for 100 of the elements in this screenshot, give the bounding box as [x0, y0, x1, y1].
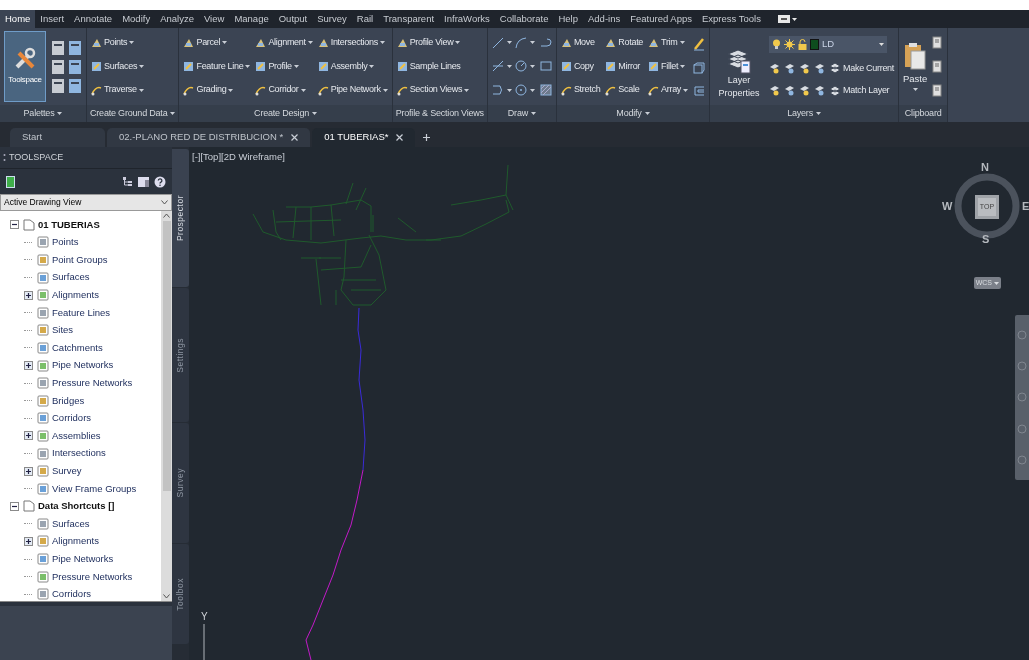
menu-tab[interactable]: Home — [0, 10, 36, 28]
viewport-controls[interactable]: [-][Top][2D Wireframe] — [192, 150, 285, 165]
document-icon[interactable] — [51, 39, 65, 56]
layer-stack-icon[interactable] — [784, 62, 796, 74]
tree-item[interactable]: Feature Lines — [52, 305, 111, 320]
toolspace-button[interactable]: Toolspace — [4, 31, 46, 102]
tree-item[interactable]: Alignments — [52, 288, 99, 303]
menu-tab[interactable]: InfraWorks — [439, 10, 495, 28]
collapse-icon[interactable] — [10, 501, 19, 511]
layer-lock-icon[interactable] — [814, 62, 826, 74]
menu-tab[interactable]: Manage — [229, 10, 274, 28]
ellipse-icon[interactable] — [514, 84, 527, 97]
polyline-icon[interactable] — [539, 36, 552, 49]
panel-title[interactable]: Layers — [710, 105, 898, 122]
tool-button[interactable]: Corridor — [255, 83, 313, 97]
tool-button[interactable]: Pipe Network — [317, 83, 388, 97]
layer-properties-button[interactable]: Layer Properties — [714, 31, 765, 102]
tree-item[interactable]: Survey — [52, 464, 82, 479]
menu-tab[interactable]: View — [198, 10, 230, 28]
menu-tab[interactable]: Output — [273, 10, 313, 28]
menu-tab[interactable]: Help — [553, 10, 583, 28]
tree-item[interactable]: 01 TUBERIAS — [38, 217, 100, 232]
menu-tab[interactable]: Survey — [312, 10, 352, 28]
tree-item[interactable]: Pressure Networks — [52, 376, 133, 391]
circle-icon[interactable] — [514, 60, 527, 73]
menu-tab[interactable]: Modify — [117, 10, 156, 28]
expand-icon[interactable] — [24, 361, 33, 371]
tree-item[interactable]: Surfaces — [52, 516, 90, 531]
collapse-icon[interactable] — [10, 220, 19, 230]
panel-title[interactable]: Create Ground Data — [87, 105, 179, 122]
compass-direction[interactable]: S — [982, 231, 990, 248]
help-icon[interactable] — [154, 175, 166, 188]
pencil-icon[interactable] — [693, 36, 706, 51]
expand-icon[interactable] — [24, 431, 33, 441]
compass-direction[interactable]: E — [1022, 198, 1029, 215]
arc-icon[interactable] — [514, 36, 527, 49]
scrollbar-thumb[interactable] — [162, 221, 171, 491]
tool-button[interactable]: Intersections — [317, 36, 388, 50]
document-tab[interactable]: 02.-PLANO RED DE DISTRIBUCION * — [107, 128, 311, 147]
tool-button[interactable]: Alignment — [255, 36, 313, 50]
expand-icon[interactable] — [24, 466, 33, 476]
tool-button[interactable]: Surfaces — [91, 59, 145, 74]
grid-icon[interactable] — [138, 176, 149, 187]
tool-button[interactable]: Trim — [648, 36, 689, 50]
tool-button[interactable]: Stretch — [560, 83, 601, 97]
tool-button[interactable]: Assembly — [317, 59, 388, 74]
menu-tab[interactable]: Add-ins — [583, 10, 626, 28]
tree-item[interactable]: Corridors — [52, 411, 92, 426]
tool-button[interactable]: Points — [91, 36, 145, 50]
tree-item[interactable]: Data Shortcuts [] — [38, 499, 115, 514]
tree-item[interactable]: Pipe Networks — [52, 551, 114, 567]
compass-direction[interactable]: N — [981, 159, 989, 176]
menu-tab[interactable]: Rail — [351, 10, 379, 28]
menu-tab[interactable]: Transparent — [378, 10, 440, 28]
tool-button[interactable]: Section Views — [396, 83, 470, 97]
paste-button[interactable]: Paste — [903, 31, 928, 102]
tree-item[interactable]: Intersections — [52, 446, 106, 461]
tool-button[interactable]: Array — [648, 83, 689, 97]
menu-tab[interactable]: Express Tools — [697, 10, 766, 28]
hatch-icon[interactable] — [539, 84, 552, 97]
tool-button[interactable]: Mirror — [605, 59, 644, 74]
menu-tab[interactable]: Featured Apps — [625, 10, 697, 28]
layer-action-button[interactable]: Match Layer — [829, 84, 890, 98]
tree-item[interactable]: Pipe Networks — [52, 358, 114, 373]
tool-button[interactable]: Parcel — [183, 36, 251, 50]
tree-view-icon[interactable] — [122, 176, 133, 187]
menu-tab[interactable]: Analyze — [155, 10, 199, 28]
tree-item[interactable]: Corridors — [52, 587, 92, 601]
drawing-icon[interactable] — [6, 175, 15, 188]
panel-title[interactable]: Create Design — [179, 105, 392, 122]
tool-button[interactable]: Scale — [605, 83, 644, 97]
menu-tab[interactable]: Collaborate — [494, 10, 554, 28]
sheet-icon[interactable] — [51, 77, 65, 94]
compass-direction[interactable]: W — [942, 198, 953, 215]
grip-icon[interactable] — [3, 153, 6, 162]
tool-button[interactable]: Move — [560, 36, 601, 50]
expand-icon[interactable] — [24, 290, 33, 300]
tree-item[interactable]: Pressure Networks — [52, 569, 133, 584]
side-tab[interactable]: Survey — [172, 423, 189, 543]
layer-stack-icon[interactable] — [784, 85, 796, 97]
rectangle-icon[interactable] — [539, 60, 552, 73]
tool-button[interactable]: Traverse — [91, 83, 145, 97]
layer-isolate-icon[interactable] — [799, 62, 811, 74]
layer-unlock-icon[interactable] — [814, 85, 826, 97]
tree-item[interactable]: Catchments — [52, 340, 103, 356]
menu-tab[interactable]: Insert — [35, 10, 70, 28]
document-tab[interactable]: Start — [10, 128, 105, 147]
layer-dropdown[interactable]: LD — [769, 35, 888, 53]
scroll-down-icon[interactable] — [163, 594, 170, 599]
panel-title[interactable]: Clipboard — [899, 105, 948, 122]
layer-stack-icon[interactable] — [769, 85, 781, 97]
construction-line-icon[interactable] — [491, 60, 504, 73]
offset-icon[interactable] — [693, 86, 706, 97]
panel-title[interactable]: Profile & Section Views — [392, 105, 487, 122]
tree-item[interactable]: Alignments — [52, 534, 99, 549]
scroll-up-icon[interactable] — [163, 213, 170, 218]
tree-item[interactable]: Surfaces — [52, 270, 90, 285]
layer-bulb-icon[interactable] — [769, 62, 781, 74]
side-tab[interactable]: Settings — [172, 288, 189, 422]
tool-button[interactable]: Copy — [560, 59, 601, 74]
